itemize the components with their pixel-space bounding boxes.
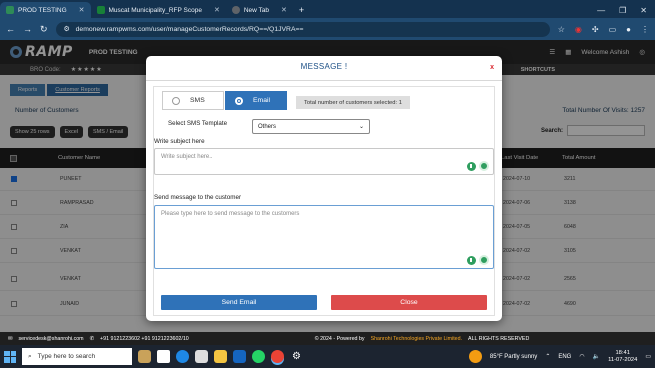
modal-body: SMS Email Total number of customers sele… xyxy=(153,86,495,316)
footer-rights: ALL RIGHTS RESERVED xyxy=(468,335,530,342)
keyboard-assist-icon[interactable] xyxy=(467,255,476,265)
task-view-icon[interactable] xyxy=(157,350,170,363)
notification-icon[interactable]: ▭ xyxy=(645,353,651,360)
url-text: demonew.rampwms.com/user/manageCustomerR… xyxy=(75,25,304,33)
store-icon[interactable] xyxy=(195,350,208,363)
chrome-favicon-icon xyxy=(231,6,240,14)
keyboard-assist-icon[interactable] xyxy=(467,161,476,171)
message-placeholder: Please type here to send message to the … xyxy=(161,211,300,217)
clock[interactable]: 18:41 11-07-2024 xyxy=(608,350,637,364)
sms-option[interactable]: SMS xyxy=(162,91,224,110)
sheets-favicon-icon xyxy=(96,6,105,14)
sms-label: SMS xyxy=(190,97,205,104)
footer-phones: +91 9121223602 +91 9121223602/10 xyxy=(100,335,189,342)
site-info-icon[interactable]: ⚙ xyxy=(64,25,70,33)
taskbar: ⌕ Type here to search ⚙ 85°F Partly sunn… xyxy=(0,345,655,368)
subject-addon-icons xyxy=(467,161,489,171)
tab-label: New Tab xyxy=(243,6,270,14)
message-textarea[interactable]: Please type here to send message to the … xyxy=(154,205,494,269)
clock-time: 18:41 xyxy=(615,349,630,356)
template-label: Select SMS Template xyxy=(168,120,228,127)
modal-close-icon[interactable]: x xyxy=(490,64,494,71)
menu-icon[interactable]: ⋮ xyxy=(641,25,649,34)
minimize-icon[interactable]: — xyxy=(597,6,605,15)
weather-text[interactable]: 85°F Partly sunny xyxy=(490,354,537,360)
volume-icon[interactable]: 🔈 xyxy=(593,353,600,360)
wifi-icon[interactable]: ◠ xyxy=(579,353,584,360)
maximize-icon[interactable]: ❐ xyxy=(619,6,626,15)
back-icon[interactable]: ← xyxy=(6,24,15,34)
message-modal: MESSAGE ! x SMS Email Total number of cu… xyxy=(146,56,502,321)
taskbar-search-placeholder: Type here to search xyxy=(37,353,96,360)
taskbar-search[interactable]: ⌕ Type here to search xyxy=(22,348,132,365)
grammar-assist-icon[interactable] xyxy=(479,255,489,265)
news-widget-icon[interactable] xyxy=(138,350,151,363)
browser-tab-bar: PROD TESTING ✕ Muscat Municipality_RFP S… xyxy=(0,0,655,18)
tab-muscat-rfp[interactable]: Muscat Municipality_RFP Scope ✕ xyxy=(91,2,226,18)
clock-date: 11-07-2024 xyxy=(608,356,638,363)
ramp-favicon-icon xyxy=(6,6,14,14)
puzzle-icon[interactable]: ✣ xyxy=(592,25,599,34)
windows-start-icon[interactable] xyxy=(4,350,16,363)
tab-prod-testing[interactable]: PROD TESTING ✕ xyxy=(0,2,91,18)
whatsapp-icon[interactable] xyxy=(252,350,265,363)
close-window-icon[interactable]: ✕ xyxy=(640,6,647,15)
message-addon-icons xyxy=(467,255,489,265)
outlook-icon[interactable] xyxy=(233,350,246,363)
toolbar-icons: ☆ ◉ ✣ ▭ ● ⋮ xyxy=(558,25,649,34)
page-footer: ✉ servicedesk@shanrohi.com ✆ +91 9121223… xyxy=(0,332,655,345)
modal-title: MESSAGE ! xyxy=(300,62,348,71)
extension-icon[interactable]: ◉ xyxy=(575,25,582,34)
forward-icon[interactable]: → xyxy=(23,24,32,34)
mail-icon: ✉ xyxy=(8,335,13,342)
tab-label: PROD TESTING xyxy=(18,6,67,14)
email-option[interactable]: Email xyxy=(225,91,287,110)
send-email-button[interactable]: Send Email xyxy=(161,295,317,310)
bookmark-star-icon[interactable]: ☆ xyxy=(558,25,565,34)
reload-icon[interactable]: ↻ xyxy=(40,24,48,35)
sidebar-icon[interactable]: ▭ xyxy=(609,25,617,34)
window-controls: — ❐ ✕ xyxy=(597,2,655,18)
search-icon: ⌕ xyxy=(28,352,32,360)
settings-icon[interactable]: ⚙ xyxy=(290,350,303,363)
chevron-down-icon: ⌄ xyxy=(358,124,364,130)
modal-divider xyxy=(146,80,502,81)
profile-icon[interactable]: ● xyxy=(626,25,631,34)
subject-field[interactable]: Write subject here.. xyxy=(154,148,494,175)
template-select[interactable]: Others ⌄ xyxy=(252,119,370,134)
tab-label: Muscat Municipality_RFP Scope xyxy=(108,6,202,14)
email-radio[interactable] xyxy=(235,96,243,105)
address-bar-row: ← → ↻ ⚙ demonew.rampwms.com/user/manageC… xyxy=(0,18,655,40)
close-icon[interactable]: ✕ xyxy=(281,6,287,14)
message-label: Send message to the customer xyxy=(154,194,242,201)
edge-icon[interactable] xyxy=(176,350,189,363)
tab-new-tab[interactable]: New Tab ✕ xyxy=(226,2,293,18)
footer-email[interactable]: servicedesk@shanrohi.com xyxy=(18,336,83,342)
close-button[interactable]: Close xyxy=(331,295,487,310)
sms-radio[interactable] xyxy=(172,96,180,105)
system-tray: 85°F Partly sunny ⌃ ENG ◠ 🔈 18:41 11-07-… xyxy=(468,350,651,364)
template-value: Others xyxy=(258,123,277,130)
footer-company[interactable]: Shanrohi Technologies Private Limited. xyxy=(371,336,462,342)
weather-icon xyxy=(468,350,482,363)
file-explorer-icon[interactable] xyxy=(214,350,227,363)
grammar-assist-icon[interactable] xyxy=(479,161,489,171)
email-label: Email xyxy=(253,97,270,104)
close-icon[interactable]: ✕ xyxy=(214,6,220,14)
selected-count-badge: Total number of customers selected: 1 xyxy=(296,96,410,109)
phone-icon: ✆ xyxy=(89,335,95,342)
tray-arrow-icon[interactable]: ⌃ xyxy=(545,353,550,360)
subject-label: Write subject here xyxy=(154,138,205,145)
lang-indicator[interactable]: ENG xyxy=(558,354,571,360)
chrome-icon[interactable] xyxy=(271,350,284,363)
footer-copyright: © 2024 - Powered by xyxy=(314,335,365,342)
new-tab-icon[interactable]: + xyxy=(293,2,310,18)
subject-placeholder: Write subject here.. xyxy=(161,154,213,160)
url-field[interactable]: ⚙ demonew.rampwms.com/user/manageCustome… xyxy=(55,21,550,37)
close-icon[interactable]: ✕ xyxy=(79,6,85,14)
